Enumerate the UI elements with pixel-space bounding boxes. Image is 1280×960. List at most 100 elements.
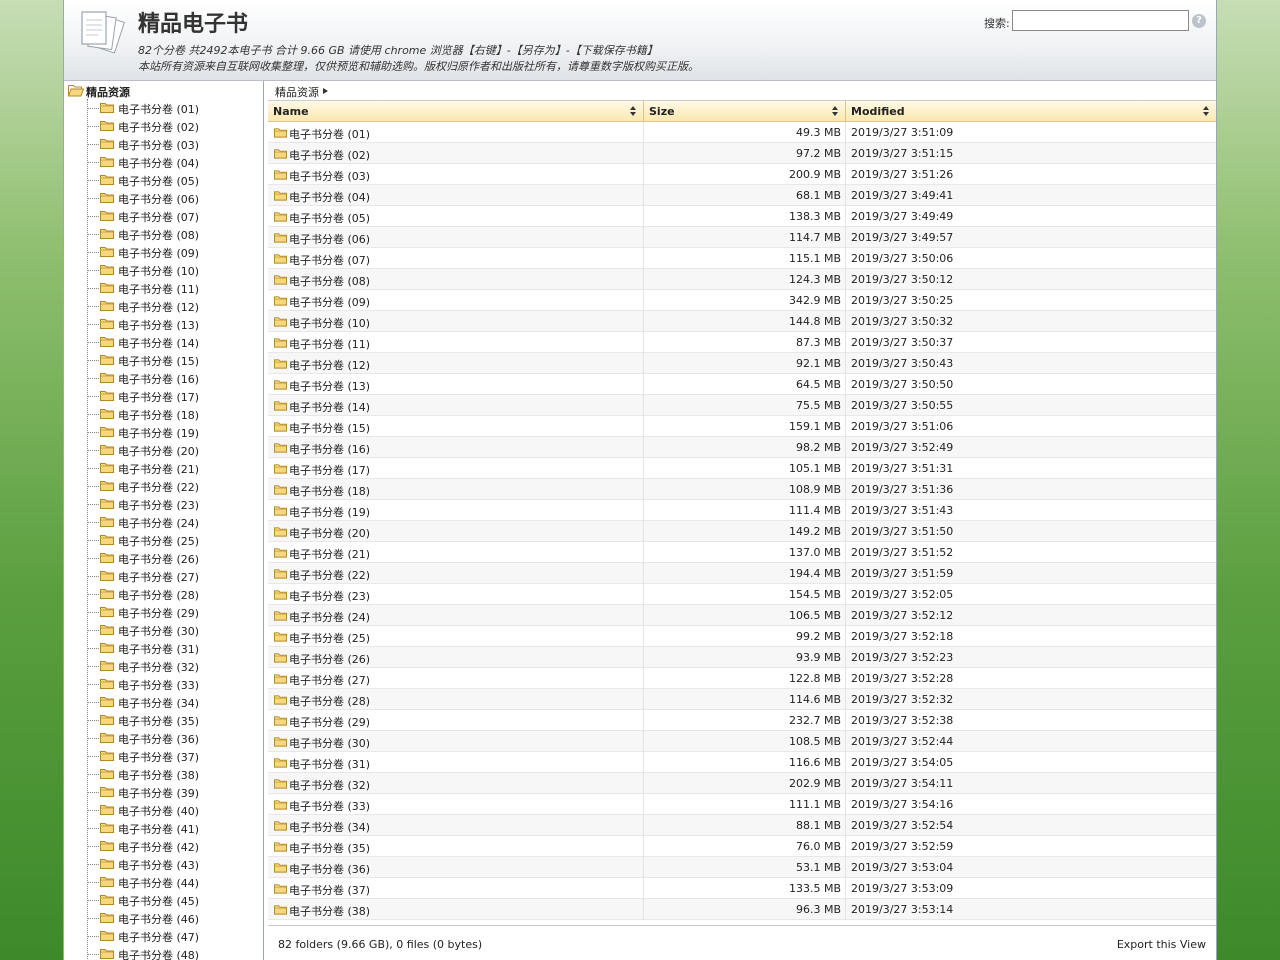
table-row[interactable]: 电子书分卷 (20) 149.2 MB 2019/3/27 3:51:50 [268,521,1216,542]
tree-item[interactable]: 电子书分卷 (24) [64,513,263,531]
folder-name[interactable]: 电子书分卷 (30) [289,735,370,751]
table-row[interactable]: 电子书分卷 (36) 53.1 MB 2019/3/27 3:53:04 [268,857,1216,878]
table-row[interactable]: 电子书分卷 (37) 133.5 MB 2019/3/27 3:53:09 [268,878,1216,899]
cell-name[interactable]: 电子书分卷 (37) [268,878,644,899]
column-header-modified[interactable]: Modified [846,101,1216,122]
table-row[interactable]: 电子书分卷 (06) 114.7 MB 2019/3/27 3:49:57 [268,227,1216,248]
table-row[interactable]: 电子书分卷 (18) 108.9 MB 2019/3/27 3:51:36 [268,479,1216,500]
tree-item[interactable]: 电子书分卷 (47) [64,927,263,945]
tree-item[interactable]: 电子书分卷 (23) [64,495,263,513]
cell-name[interactable]: 电子书分卷 (35) [268,836,644,857]
folder-name[interactable]: 电子书分卷 (09) [289,294,370,310]
folder-name[interactable]: 电子书分卷 (38) [289,903,370,919]
folder-name[interactable]: 电子书分卷 (19) [289,504,370,520]
folder-name[interactable]: 电子书分卷 (05) [289,210,370,226]
cell-name[interactable]: 电子书分卷 (18) [268,479,644,500]
cell-name[interactable]: 电子书分卷 (02) [268,143,644,164]
cell-name[interactable]: 电子书分卷 (29) [268,710,644,731]
table-row[interactable]: 电子书分卷 (31) 116.6 MB 2019/3/27 3:54:05 [268,752,1216,773]
tree-item[interactable]: 电子书分卷 (09) [64,243,263,261]
table-row[interactable]: 电子书分卷 (17) 105.1 MB 2019/3/27 3:51:31 [268,458,1216,479]
tree-item[interactable]: 电子书分卷 (17) [64,387,263,405]
tree-item[interactable]: 电子书分卷 (06) [64,189,263,207]
tree-item[interactable]: 电子书分卷 (04) [64,153,263,171]
cell-name[interactable]: 电子书分卷 (26) [268,647,644,668]
table-row[interactable]: 电子书分卷 (11) 87.3 MB 2019/3/27 3:50:37 [268,332,1216,353]
tree-item[interactable]: 电子书分卷 (08) [64,225,263,243]
tree-item[interactable]: 电子书分卷 (13) [64,315,263,333]
folder-name[interactable]: 电子书分卷 (36) [289,861,370,877]
cell-name[interactable]: 电子书分卷 (16) [268,437,644,458]
cell-name[interactable]: 电子书分卷 (22) [268,563,644,584]
sort-icon[interactable] [630,106,637,117]
cell-name[interactable]: 电子书分卷 (17) [268,458,644,479]
cell-name[interactable]: 电子书分卷 (28) [268,689,644,710]
cell-name[interactable]: 电子书分卷 (32) [268,773,644,794]
table-row[interactable]: 电子书分卷 (01) 49.3 MB 2019/3/27 3:51:09 [268,122,1216,143]
table-row[interactable]: 电子书分卷 (14) 75.5 MB 2019/3/27 3:50:55 [268,395,1216,416]
folder-name[interactable]: 电子书分卷 (31) [289,756,370,772]
table-row[interactable]: 电子书分卷 (35) 76.0 MB 2019/3/27 3:52:59 [268,836,1216,857]
folder-name[interactable]: 电子书分卷 (12) [289,357,370,373]
cell-name[interactable]: 电子书分卷 (15) [268,416,644,437]
tree-item[interactable]: 电子书分卷 (16) [64,369,263,387]
tree-item[interactable]: 电子书分卷 (32) [64,657,263,675]
tree-item[interactable]: 电子书分卷 (28) [64,585,263,603]
tree-item[interactable]: 电子书分卷 (27) [64,567,263,585]
cell-name[interactable]: 电子书分卷 (11) [268,332,644,353]
tree-item[interactable]: 电子书分卷 (12) [64,297,263,315]
tree-item[interactable]: 电子书分卷 (02) [64,117,263,135]
tree-item[interactable]: 电子书分卷 (36) [64,729,263,747]
table-row[interactable]: 电子书分卷 (23) 154.5 MB 2019/3/27 3:52:05 [268,584,1216,605]
table-row[interactable]: 电子书分卷 (07) 115.1 MB 2019/3/27 3:50:06 [268,248,1216,269]
cell-name[interactable]: 电子书分卷 (03) [268,164,644,185]
table-row[interactable]: 电子书分卷 (03) 200.9 MB 2019/3/27 3:51:26 [268,164,1216,185]
cell-name[interactable]: 电子书分卷 (05) [268,206,644,227]
folder-name[interactable]: 电子书分卷 (32) [289,777,370,793]
cell-name[interactable]: 电子书分卷 (04) [268,185,644,206]
table-row[interactable]: 电子书分卷 (16) 98.2 MB 2019/3/27 3:52:49 [268,437,1216,458]
folder-name[interactable]: 电子书分卷 (18) [289,483,370,499]
table-row[interactable]: 电子书分卷 (10) 144.8 MB 2019/3/27 3:50:32 [268,311,1216,332]
folder-name[interactable]: 电子书分卷 (21) [289,546,370,562]
folder-name[interactable]: 电子书分卷 (25) [289,630,370,646]
tree-item[interactable]: 电子书分卷 (14) [64,333,263,351]
cell-name[interactable]: 电子书分卷 (06) [268,227,644,248]
cell-name[interactable]: 电子书分卷 (01) [268,122,644,143]
folder-name[interactable]: 电子书分卷 (14) [289,399,370,415]
cell-name[interactable]: 电子书分卷 (24) [268,605,644,626]
cell-name[interactable]: 电子书分卷 (20) [268,521,644,542]
tree-item[interactable]: 电子书分卷 (38) [64,765,263,783]
tree-item[interactable]: 电子书分卷 (30) [64,621,263,639]
breadcrumb-item[interactable]: 精品资源 [275,84,319,100]
tree-item[interactable]: 电子书分卷 (10) [64,261,263,279]
tree-item[interactable]: 电子书分卷 (19) [64,423,263,441]
tree-item[interactable]: 电子书分卷 (45) [64,891,263,909]
tree-item[interactable]: 电子书分卷 (48) [64,945,263,960]
cell-name[interactable]: 电子书分卷 (07) [268,248,644,269]
folder-name[interactable]: 电子书分卷 (26) [289,651,370,667]
table-row[interactable]: 电子书分卷 (30) 108.5 MB 2019/3/27 3:52:44 [268,731,1216,752]
table-row[interactable]: 电子书分卷 (38) 96.3 MB 2019/3/27 3:53:14 [268,899,1216,920]
cell-name[interactable]: 电子书分卷 (10) [268,311,644,332]
sort-icon[interactable] [1203,106,1210,117]
folder-name[interactable]: 电子书分卷 (28) [289,693,370,709]
folder-name[interactable]: 电子书分卷 (27) [289,672,370,688]
column-header-name[interactable]: Name [268,101,644,122]
tree-item[interactable]: 电子书分卷 (25) [64,531,263,549]
folder-name[interactable]: 电子书分卷 (11) [289,336,370,352]
tree-item[interactable]: 电子书分卷 (35) [64,711,263,729]
table-row[interactable]: 电子书分卷 (09) 342.9 MB 2019/3/27 3:50:25 [268,290,1216,311]
folder-name[interactable]: 电子书分卷 (01) [289,126,370,142]
folder-name[interactable]: 电子书分卷 (13) [289,378,370,394]
table-row[interactable]: 电子书分卷 (05) 138.3 MB 2019/3/27 3:49:49 [268,206,1216,227]
folder-name[interactable]: 电子书分卷 (02) [289,147,370,163]
table-row[interactable]: 电子书分卷 (04) 68.1 MB 2019/3/27 3:49:41 [268,185,1216,206]
cell-name[interactable]: 电子书分卷 (13) [268,374,644,395]
folder-name[interactable]: 电子书分卷 (08) [289,273,370,289]
folder-name[interactable]: 电子书分卷 (15) [289,420,370,436]
tree-item[interactable]: 电子书分卷 (01) [64,99,263,117]
table-row[interactable]: 电子书分卷 (25) 99.2 MB 2019/3/27 3:52:18 [268,626,1216,647]
table-row[interactable]: 电子书分卷 (15) 159.1 MB 2019/3/27 3:51:06 [268,416,1216,437]
help-icon[interactable]: ? [1192,14,1206,28]
